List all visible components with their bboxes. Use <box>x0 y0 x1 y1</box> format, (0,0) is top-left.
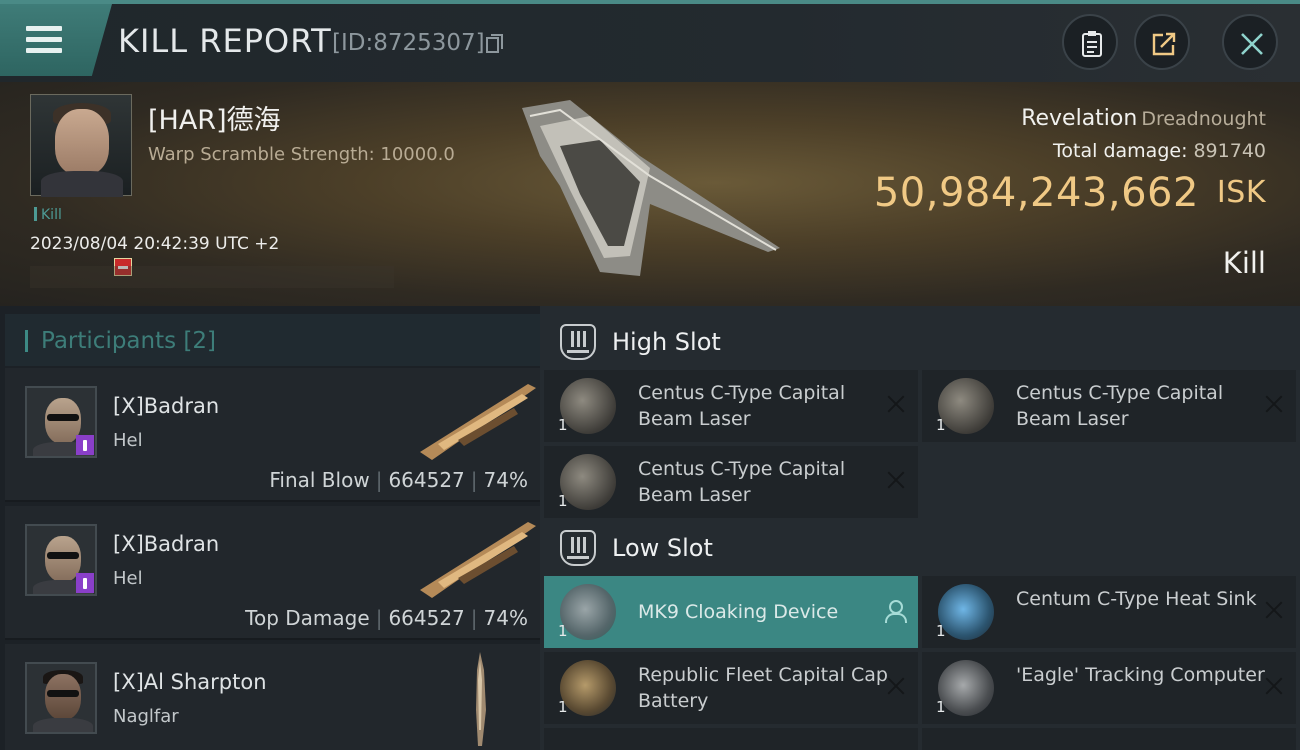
low-slot-title: Low Slot <box>612 534 713 562</box>
slot-item[interactable]: 1 Republic Fleet Capital Cap Battery <box>544 652 918 724</box>
remove-icon[interactable] <box>886 394 906 414</box>
victim-banner: [HAR]德海 Warp Scramble Strength: 10000.0 … <box>0 82 1300 306</box>
close-button[interactable] <box>1222 14 1278 70</box>
participants-header: Participants [2] <box>5 314 540 366</box>
beam-laser-icon <box>560 454 616 510</box>
victim-portrait[interactable] <box>30 94 132 197</box>
participant-ship-image <box>420 522 536 598</box>
victim-name[interactable]: [HAR]德海 <box>148 98 281 137</box>
total-damage: Total damage: 891740 <box>1053 140 1266 162</box>
slot-item[interactable]: 1 'Eagle' Tracking Computer <box>922 652 1296 724</box>
remove-icon[interactable] <box>1264 600 1284 620</box>
participant-stats: Top Damage | 664527 | 74% <box>245 606 528 630</box>
outcome-label: Kill <box>1222 246 1266 280</box>
remove-icon[interactable] <box>886 470 906 490</box>
item-name: Centus C-Type Capital Beam Laser <box>1016 382 1224 430</box>
slot-item-partial[interactable] <box>544 728 918 750</box>
share-button[interactable] <box>1134 14 1190 70</box>
item-quantity: 1 <box>936 698 946 716</box>
low-slot-header: Low Slot <box>544 516 1300 578</box>
fitting-panel: High Slot 1 Centus C-Type Capital Beam L… <box>540 306 1300 750</box>
participant-name: [X]Badran <box>113 532 220 556</box>
participant-avatar <box>25 662 97 734</box>
item-name: Centum C-Type Heat Sink <box>1016 588 1257 610</box>
item-name: Centus C-Type Capital Beam Laser <box>638 382 846 430</box>
item-quantity: 1 <box>558 492 568 510</box>
slot-icon <box>560 324 596 360</box>
item-name: Republic Fleet Capital Cap Battery <box>638 664 888 712</box>
copy-icon[interactable] <box>486 34 504 54</box>
beam-laser-icon <box>938 378 994 434</box>
participant-row[interactable]: [X]Al Sharpton Naglfar <box>5 644 540 750</box>
person-icon[interactable] <box>884 600 907 623</box>
item-name: Centus C-Type Capital Beam Laser <box>638 458 846 506</box>
participant-row[interactable]: [X]Badran Hel Final Blow | 664527 | 74% <box>5 368 540 502</box>
item-quantity: 1 <box>558 622 568 640</box>
item-name: MK9 Cloaking Device <box>638 601 839 623</box>
participant-ship: Naglfar <box>113 706 179 727</box>
warp-scramble-strength: Warp Scramble Strength: 10000.0 <box>148 144 455 165</box>
blurred-text <box>30 266 394 288</box>
top-bar: KILL REPORT [ID:8725307] <box>0 0 1300 82</box>
participant-row[interactable]: [X]Badran Hel Top Damage | 664527 | 74% <box>5 506 540 640</box>
report-id: [ID:8725307] <box>332 30 485 56</box>
slot-item[interactable]: 1 Centus C-Type Capital Beam Laser <box>922 370 1296 442</box>
slot-item-partial[interactable] <box>922 728 1296 750</box>
participant-ship-image <box>420 384 536 460</box>
remove-icon[interactable] <box>886 676 906 696</box>
item-name: 'Eagle' Tracking Computer <box>1016 664 1265 686</box>
item-quantity: 1 <box>936 622 946 640</box>
high-slot-header: High Slot <box>544 310 1300 372</box>
victim-ship: Revelation Dreadnought <box>1021 106 1266 131</box>
participant-badge <box>76 573 94 593</box>
beam-laser-icon <box>560 378 616 434</box>
high-slot-title: High Slot <box>612 328 721 356</box>
participant-name: [X]Al Sharpton <box>113 670 267 694</box>
participant-name: [X]Badran <box>113 394 220 418</box>
isk-value: 50,984,243,662 ISK <box>873 170 1266 216</box>
page-title: KILL REPORT <box>118 22 332 60</box>
participant-ship: Hel <box>113 430 143 451</box>
kill-datetime: 2023/08/04 20:42:39 UTC +2 <box>30 234 280 254</box>
slot-item[interactable]: 1 Centus C-Type Capital Beam Laser <box>544 370 918 442</box>
slot-item[interactable]: 1 Centus C-Type Capital Beam Laser <box>544 446 918 518</box>
item-quantity: 1 <box>936 416 946 434</box>
participant-stats: Final Blow | 664527 | 74% <box>269 468 528 492</box>
clipboard-icon <box>1082 31 1102 57</box>
cap-battery-icon <box>560 660 616 716</box>
item-quantity: 1 <box>558 698 568 716</box>
slot-icon <box>560 530 596 566</box>
menu-icon <box>26 26 62 54</box>
participant-badge <box>76 435 94 455</box>
menu-button[interactable] <box>0 4 112 76</box>
participant-ship: Hel <box>113 568 143 589</box>
close-icon <box>1241 33 1263 55</box>
participants-panel: Participants [2] [X]Badran Hel Final Blo… <box>0 306 540 750</box>
remove-icon[interactable] <box>1264 394 1284 414</box>
ship-image <box>522 100 780 276</box>
heat-sink-icon <box>938 584 994 640</box>
participant-ship-image <box>476 652 486 746</box>
slot-item-selected[interactable]: 1 MK9 Cloaking Device <box>544 576 918 648</box>
share-icon <box>1152 32 1176 56</box>
item-quantity: 1 <box>558 416 568 434</box>
cloaking-device-icon <box>560 584 616 640</box>
slot-item[interactable]: 1 Centum C-Type Heat Sink <box>922 576 1296 648</box>
tracking-computer-icon <box>938 660 994 716</box>
clipboard-button[interactable] <box>1062 14 1118 70</box>
kill-tag: Kill <box>34 207 62 223</box>
remove-icon[interactable] <box>1264 676 1284 696</box>
